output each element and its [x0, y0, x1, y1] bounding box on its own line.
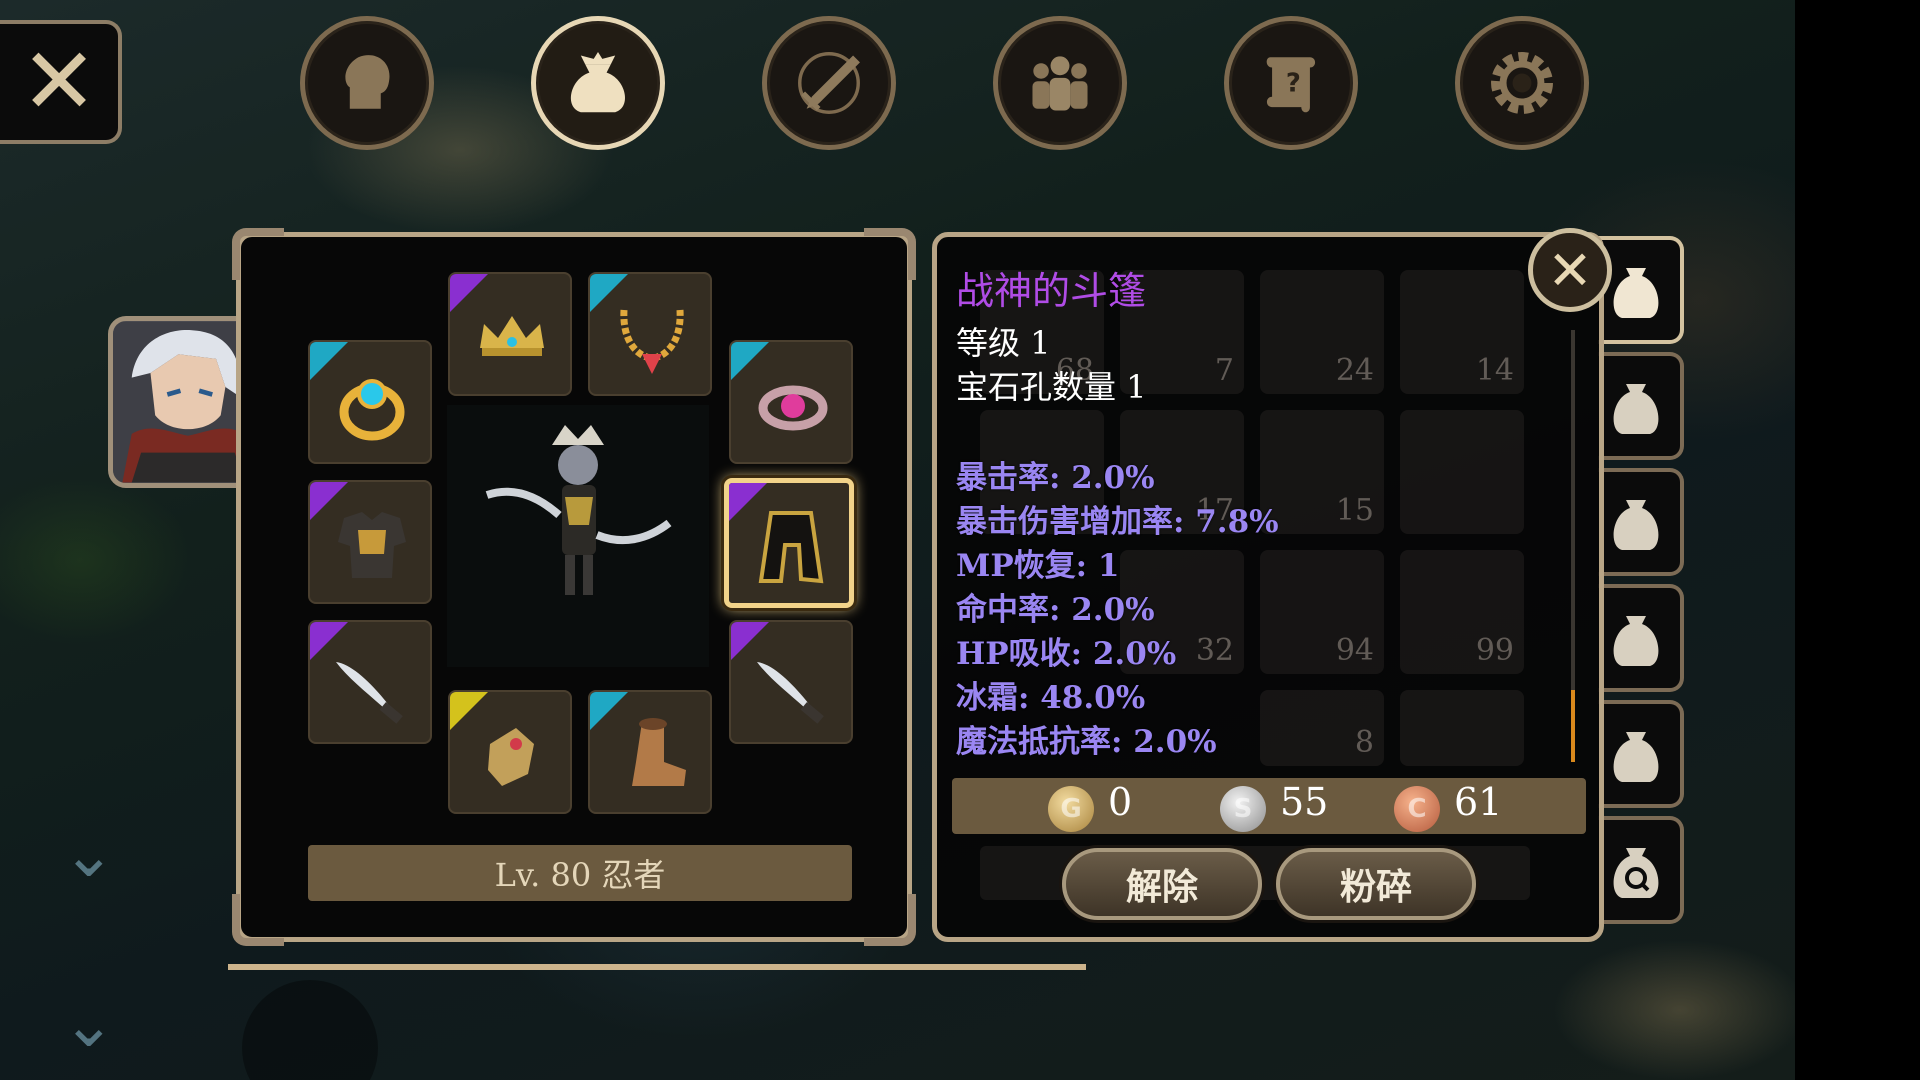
- tab-bag[interactable]: [531, 16, 665, 150]
- cloak-icon: [758, 511, 824, 584]
- chevron-down-icon: ⌄: [62, 818, 116, 892]
- inventory-slot: 24: [1260, 270, 1384, 394]
- bag-icon: [1613, 500, 1659, 550]
- close-icon: ✕: [1547, 238, 1593, 302]
- crown-icon: [480, 316, 544, 356]
- bag-tab-5[interactable]: [1598, 700, 1684, 808]
- item-count: 32: [1195, 633, 1234, 668]
- copper-value: 61: [1454, 780, 1503, 824]
- panel-underline: [228, 964, 1086, 970]
- silver-value: 55: [1280, 780, 1329, 824]
- sword-compass-icon: [798, 52, 860, 114]
- unequip-button[interactable]: 解除: [1062, 848, 1262, 920]
- equip-slot-boots[interactable]: [588, 690, 712, 814]
- stat-line: 命中率: 2.0%: [956, 592, 1155, 628]
- inventory-slot: [1400, 690, 1524, 766]
- silver-coin-icon: S: [1220, 786, 1266, 832]
- character-level-label: Lv. 80 忍者: [308, 845, 852, 901]
- chevron-down-icon: ⌄: [62, 988, 116, 1062]
- item-count: 24: [1335, 353, 1374, 388]
- panel-corner: [864, 228, 916, 280]
- panel-corner: [232, 228, 284, 280]
- equip-slot-weapon-right[interactable]: [729, 620, 853, 744]
- gold-coin-icon: G: [1048, 786, 1094, 832]
- tab-party[interactable]: [993, 16, 1127, 150]
- coin-letter: G: [1060, 794, 1082, 824]
- bag-tab-search[interactable]: [1598, 816, 1684, 924]
- equip-slot-necklace[interactable]: [588, 272, 712, 396]
- character-model: [447, 405, 709, 667]
- ring-pink-gem-icon: [758, 385, 828, 431]
- inventory-slot: 8: [1260, 690, 1384, 766]
- item-count: 94: [1335, 633, 1374, 668]
- tab-character[interactable]: [300, 16, 434, 150]
- tab-quests[interactable]: ?: [1224, 16, 1358, 150]
- smash-button[interactable]: 粉碎: [1276, 848, 1476, 920]
- screen-edge: [1795, 0, 1920, 1080]
- armor-icon: [338, 512, 406, 578]
- bag-icon: [1613, 616, 1659, 666]
- ring-blue-gem-icon: [339, 379, 405, 441]
- copper-coin-icon: C: [1394, 786, 1440, 832]
- stat-line: 暴击伤害增加率: 7.8%: [956, 504, 1279, 540]
- bag-tab-4[interactable]: [1598, 584, 1684, 692]
- bag-icon: [1613, 384, 1659, 434]
- inventory-slot: 94: [1260, 550, 1384, 674]
- equip-slot-cloak[interactable]: [724, 478, 854, 608]
- quest-scroll-icon: ?: [1266, 57, 1316, 113]
- bag-tab-3[interactable]: [1598, 468, 1684, 576]
- bag-tab-1[interactable]: [1598, 236, 1684, 344]
- close-menu-button[interactable]: ✕: [0, 20, 122, 144]
- item-gem-slots: 宝石孔数量 1: [956, 368, 1147, 406]
- tab-skills[interactable]: [762, 16, 896, 150]
- item-count: 15: [1335, 493, 1374, 528]
- panel-corner: [864, 894, 916, 946]
- stat-line: MP恢复: 1: [956, 548, 1120, 584]
- curved-blade-icon: [336, 662, 403, 724]
- necklace-icon: [620, 309, 684, 374]
- equip-slot-helmet[interactable]: [448, 272, 572, 396]
- boot-icon: [632, 718, 686, 786]
- close-icon: ✕: [20, 28, 98, 135]
- detail-scrollbar[interactable]: [1571, 330, 1575, 762]
- item-count: 7: [1214, 353, 1234, 388]
- gear-icon: [1491, 52, 1553, 114]
- equip-slot-ring-left[interactable]: [308, 340, 432, 464]
- curved-blade-icon: [757, 662, 824, 724]
- item-name: 战神的斗篷: [956, 269, 1147, 313]
- equip-slot-ring-right[interactable]: [729, 340, 853, 464]
- equip-slot-gloves[interactable]: [448, 690, 572, 814]
- stat-line: 魔法抵抗率: 2.0%: [956, 724, 1217, 760]
- item-count: 99: [1475, 633, 1514, 668]
- svg-text:?: ?: [1286, 69, 1301, 99]
- equip-slot-weapon-left[interactable]: [308, 620, 432, 744]
- bag-icon: [1613, 732, 1659, 782]
- coin-letter: C: [1407, 794, 1427, 824]
- gauntlet-icon: [488, 728, 534, 786]
- item-count: 8: [1354, 725, 1374, 760]
- bag-search-icon: [1613, 848, 1659, 898]
- stat-line: 暴击率: 2.0%: [956, 460, 1155, 496]
- inventory-slot: 14: [1400, 270, 1524, 394]
- equip-slot-armor[interactable]: [308, 480, 432, 604]
- item-level: 等级 1: [956, 324, 1051, 362]
- panel-corner: [232, 894, 284, 946]
- bag-icon: [570, 52, 626, 113]
- item-count: 14: [1475, 353, 1514, 388]
- inventory-slot: [1400, 410, 1524, 534]
- close-detail-button[interactable]: ✕: [1528, 228, 1612, 312]
- tab-settings[interactable]: [1455, 16, 1589, 150]
- scrollbar-thumb[interactable]: [1571, 690, 1575, 762]
- party-icon: [1032, 56, 1088, 111]
- character-head-icon: [345, 55, 390, 109]
- inventory-slot: 99: [1400, 550, 1524, 674]
- coin-letter: S: [1233, 794, 1253, 824]
- bag-tab-2[interactable]: [1598, 352, 1684, 460]
- stat-line: 冰霜: 48.0%: [956, 680, 1146, 716]
- bag-icon: [1613, 268, 1659, 318]
- stat-line: HP吸收: 2.0%: [956, 636, 1177, 672]
- gold-value: 0: [1108, 780, 1133, 824]
- ninja-character-sprite: [485, 425, 672, 595]
